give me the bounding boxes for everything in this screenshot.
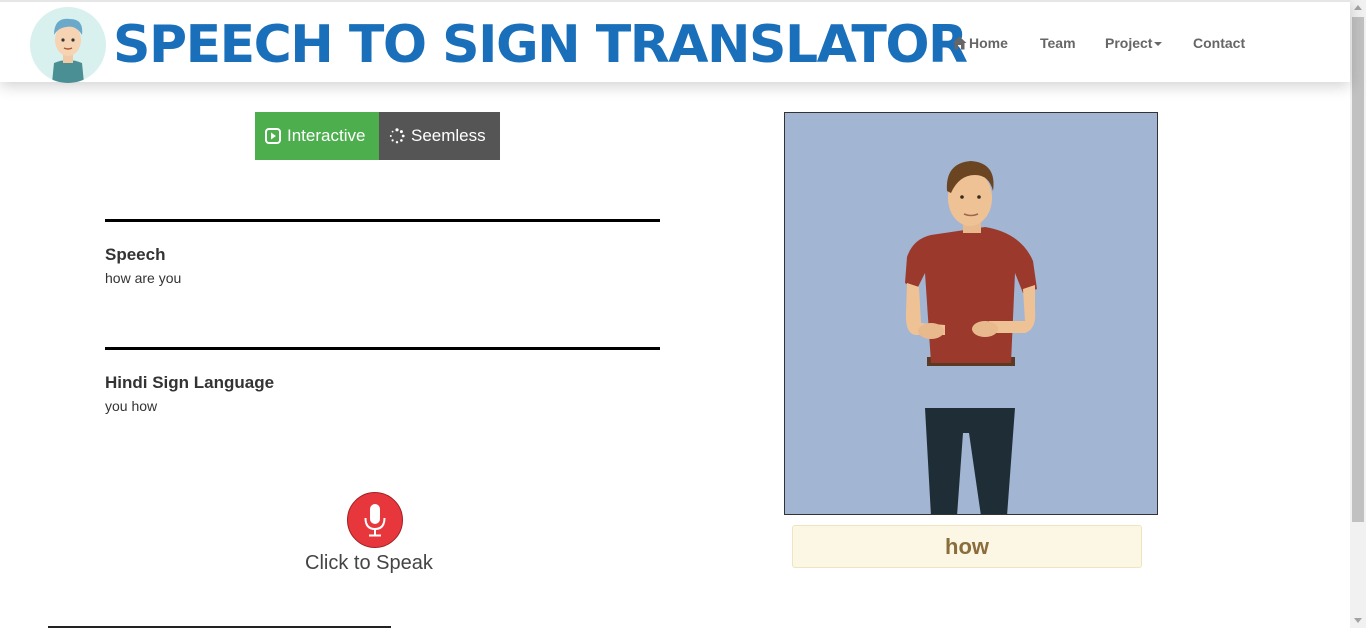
interactive-mode-button[interactable]: Interactive — [255, 112, 379, 160]
scrollbar-thumb[interactable] — [1352, 17, 1364, 522]
click-to-speak-label: Click to Speak — [305, 552, 433, 574]
speech-heading: Speech — [105, 245, 166, 264]
speech-text: how are you — [105, 270, 182, 286]
play-square-icon — [265, 128, 281, 144]
microphone-button[interactable] — [347, 492, 403, 548]
seemless-mode-label: Seemless — [411, 126, 486, 145]
sign-divider — [105, 347, 660, 350]
sign-heading: Hindi Sign Language — [105, 373, 275, 392]
interactive-mode-label: Interactive — [287, 126, 366, 145]
page-title: SPEECH TO SIGN TRANSLATOR — [113, 15, 968, 75]
signing-avatar-icon — [905, 161, 1037, 514]
boy-avatar-icon[interactable] — [30, 7, 106, 83]
nav-home[interactable]: Home — [952, 35, 1008, 51]
nav-team[interactable]: Team — [1040, 35, 1076, 51]
sign-avatar-canvas — [784, 112, 1158, 515]
mode-toggle: Interactive Seemless — [255, 112, 500, 160]
speech-divider — [105, 219, 660, 222]
sign-text: you how — [105, 398, 158, 414]
nav-project-dropdown[interactable]: Project — [1105, 35, 1163, 51]
scroll-up-arrow-icon[interactable] — [1354, 5, 1362, 10]
spinner-icon — [389, 128, 405, 144]
scroll-down-arrow-icon[interactable] — [1354, 618, 1362, 623]
current-sign-word: how — [792, 525, 1142, 568]
caret-down-icon — [1154, 42, 1163, 46]
nav-project-label: Project — [1105, 35, 1153, 51]
nav-home-label: Home — [969, 35, 1008, 51]
microphone-icon — [362, 502, 388, 538]
page-scrollbar[interactable] — [1350, 0, 1366, 628]
home-icon — [952, 36, 967, 50]
navbar: SPEECH TO SIGN TRANSLATOR Home Team Proj… — [0, 0, 1350, 83]
nav-contact[interactable]: Contact — [1193, 35, 1245, 51]
seemless-mode-button[interactable]: Seemless — [379, 112, 500, 160]
